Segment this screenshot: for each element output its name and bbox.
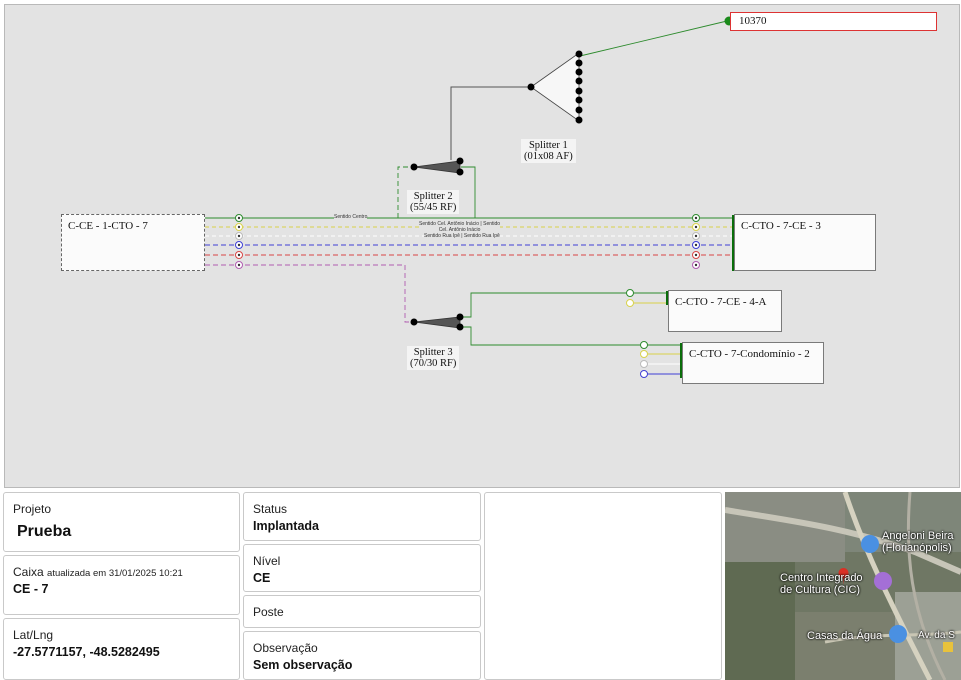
caixa-card: Caixa atualizada em 31/01/2025 10:21 CE … [3,555,240,615]
splitter-2-output-a[interactable] [461,166,476,218]
observacao-value: Sem observação [253,658,353,672]
fiber-to-splitter-2[interactable] [334,166,412,219]
nivel-card: Nível CE [243,544,481,592]
splitter-1-ratio: (01x08 AF) [524,151,573,162]
splitter-3-label: Splitter 3 (70/30 RF) [407,346,460,370]
poste-label: Poste [253,605,284,619]
map-label-cic: Centro Integrado de Cultura (CIC) [780,572,863,596]
splitter-3-output-b[interactable] [461,326,681,346]
caixa-label: Caixa [13,565,44,579]
cto-ce3-box[interactable]: C-CTO - 7-CE - 3 [734,214,876,271]
fiber-to-10370[interactable] [579,20,728,57]
splitter-3-ratio: (70/30 RF) [410,358,457,369]
latlng-value: -27.5771157, -48.5282495 [13,645,160,659]
fiber-lines [205,20,734,375]
splitter-1-shape[interactable] [527,50,583,124]
map-label-cic-1: Centro Integrado [780,572,863,584]
map-label-angeloni-1: Angeloni Beira [882,530,954,542]
cto-ce4a-label: C-CTO - 7-CE - 4-A [675,296,767,308]
nivel-value: CE [253,571,271,585]
poste-card: Poste [243,595,481,628]
cto-cond2-label: C-CTO - 7-Condomínio - 2 [689,348,810,360]
fiber-to-splitter-3[interactable] [404,265,412,323]
status-label: Status [253,502,288,516]
latlng-card: Lat/Lng -27.5771157, -48.5282495 [3,618,240,680]
reference-label: 10370 [739,15,767,27]
caixa-value: CE - 7 [13,582,49,596]
reference-box[interactable]: 10370 [730,12,937,31]
tag-sentido-cel: Sentido Cel. Antônio Inácio | Sentido Ce… [419,221,501,233]
splitter-3-shape[interactable] [410,313,464,331]
cto-ce4a-box[interactable]: C-CTO - 7-CE - 4-A [668,290,782,332]
cto-ce3-label: C-CTO - 7-CE - 3 [741,220,821,232]
nivel-label: Nível [253,554,281,568]
splitter-3-output-a[interactable] [461,292,627,318]
splitter-2-label: Splitter 2 (55/45 RF) [407,190,460,214]
splitter-2-ratio: (55/45 RF) [410,202,457,213]
projeto-label: Projeto [13,502,52,516]
source-box-label: C-CE - 1-CTO - 7 [68,220,148,232]
map-label-casas: Casas da Água [807,630,883,642]
splitter-2-name: Splitter 2 [413,191,453,202]
splitter-1-label: Splitter 1 (01x08 AF) [521,139,576,163]
observacao-label: Observação [253,641,318,655]
caixa-updated: atualizada em 31/01/2025 10:21 [47,568,183,579]
caixa-label-row: Caixa atualizada em 31/01/2025 10:21 [13,565,230,579]
projeto-card: Projeto Prueba [3,492,240,552]
map-label-road: Av. da S [918,630,955,641]
location-map[interactable]: Angeloni Beira (Florianópolis) Centro In… [725,492,961,680]
tag-sentido-centro: Sentido Centro [334,214,368,221]
splice-diagram: C-CE - 1-CTO - 7 C-CTO - 7-CE - 3 C-CTO … [4,4,960,488]
map-label-angeloni-2: (Florianópolis) [882,542,952,554]
status-value: Implantada [253,519,319,533]
splitter-3-name: Splitter 3 [413,347,453,358]
cto-cond2-box[interactable]: C-CTO - 7-Condomínio - 2 [682,342,824,384]
tag-sentido-ipe: Sentido Rua Ipê | Sentido Rua Ipê [424,233,500,240]
map-label-angeloni: Angeloni Beira (Florianópolis) [882,530,954,554]
map-label-cic-2: de Cultura (CIC) [780,584,861,596]
latlng-label: Lat/Lng [13,628,54,642]
projeto-value: Prueba [17,523,72,540]
observacao-card: Observação Sem observação [243,631,481,680]
status-card: Status Implantada [243,492,481,541]
splitter-2-output-b[interactable] [450,86,531,160]
empty-panel [484,492,722,680]
source-box[interactable]: C-CE - 1-CTO - 7 [61,214,205,271]
splitter-2-shape[interactable] [410,157,464,176]
splitter-1-name: Splitter 1 [528,140,568,151]
